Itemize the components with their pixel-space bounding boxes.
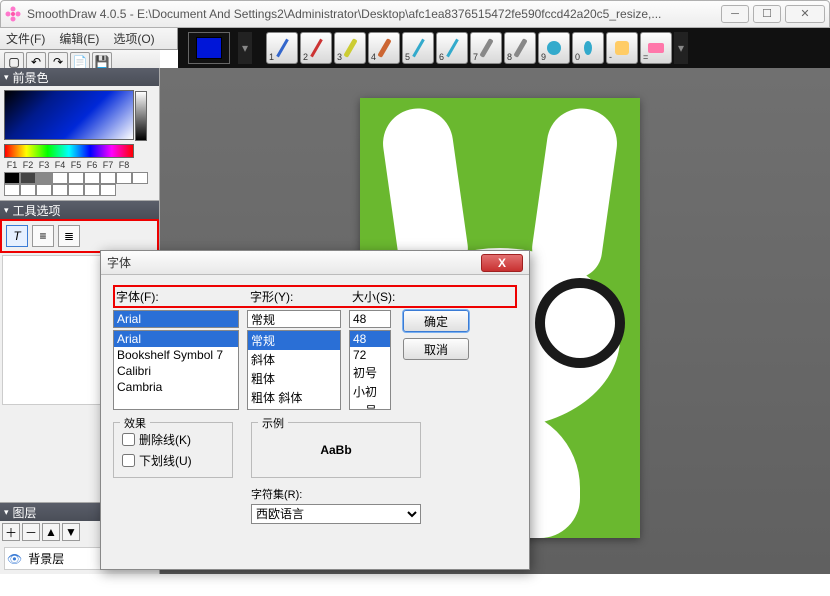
brush-tool-3[interactable]: 3: [334, 32, 366, 64]
foreground-color-swatch[interactable]: [188, 32, 230, 64]
hue-bar[interactable]: [4, 144, 134, 158]
align-center-button[interactable]: ≣: [58, 225, 80, 247]
panel-header-foreground[interactable]: ▾前景色: [0, 68, 159, 86]
color-panel: F1F2F3F4F5F6F7F8: [0, 86, 159, 200]
ok-button[interactable]: 确定: [403, 310, 469, 332]
strikethrough-checkbox[interactable]: 删除线(K): [122, 431, 224, 448]
minimize-button[interactable]: ─: [721, 5, 749, 23]
brush-tool-2[interactable]: 2: [300, 32, 332, 64]
brush-tool-11[interactable]: -: [606, 32, 638, 64]
size-label: 大小(S):: [352, 288, 408, 305]
align-left-button[interactable]: ≡: [32, 225, 54, 247]
color-swatches[interactable]: [4, 172, 155, 196]
encoding-label: 字符集(R):: [251, 486, 421, 502]
size-item[interactable]: 一号: [350, 401, 390, 410]
style-item[interactable]: 粗体: [248, 369, 340, 388]
underline-checkbox[interactable]: 下划线(U): [122, 452, 224, 469]
maximize-button[interactable]: ☐: [753, 5, 781, 23]
font-label: 字体(F):: [116, 288, 242, 305]
brush-tool-9[interactable]: 9: [538, 32, 570, 64]
style-list[interactable]: 常规 斜体 粗体 粗体 斜体: [247, 330, 341, 410]
f-key-labels: F1F2F3F4F5F6F7F8: [4, 160, 155, 170]
layer-down-button[interactable]: ▼: [62, 523, 80, 541]
menu-edit[interactable]: 编辑(E): [59, 30, 99, 47]
brush-tool-7[interactable]: 7: [470, 32, 502, 64]
menu-options[interactable]: 选项(O): [113, 30, 154, 47]
highlighted-labels: 字体(F): 字形(Y): 大小(S):: [113, 285, 517, 308]
brush-tool-4[interactable]: 4: [368, 32, 400, 64]
visibility-icon[interactable]: 👁: [7, 552, 22, 566]
brush-tool-5[interactable]: 5: [402, 32, 434, 64]
eraser-tool[interactable]: =: [640, 32, 672, 64]
style-item[interactable]: 粗体 斜体: [248, 388, 340, 407]
close-button[interactable]: ✕: [785, 5, 825, 23]
font-item[interactable]: Arial: [114, 331, 238, 347]
size-input[interactable]: [349, 310, 391, 328]
delete-layer-button[interactable]: －: [22, 523, 40, 541]
style-input[interactable]: [247, 310, 341, 328]
size-item[interactable]: 72: [350, 347, 390, 363]
window-title: SmoothDraw 4.0.5 - E:\Document And Setti…: [27, 7, 721, 21]
encoding-select[interactable]: 西欧语言: [251, 504, 421, 524]
menu-file[interactable]: 文件(F): [6, 30, 45, 47]
brush-tool-1[interactable]: 1: [266, 32, 298, 64]
font-input[interactable]: [113, 310, 239, 328]
size-list[interactable]: 48 72 初号 小初 一号 小一 二号: [349, 330, 391, 410]
color-dropdown[interactable]: ▾: [238, 32, 252, 64]
style-item[interactable]: 常规: [248, 331, 340, 350]
brush-tool-6[interactable]: 6: [436, 32, 468, 64]
layer-up-button[interactable]: ▲: [42, 523, 60, 541]
font-item[interactable]: Bookshelf Symbol 7: [114, 347, 238, 363]
layer-name: 背景层: [28, 550, 64, 567]
font-list[interactable]: Arial Bookshelf Symbol 7 Calibri Cambria: [113, 330, 239, 410]
font-dialog-titlebar[interactable]: 字体 X: [101, 251, 529, 275]
add-layer-button[interactable]: ＋: [2, 523, 20, 541]
size-item[interactable]: 小初: [350, 382, 390, 401]
font-dialog-title: 字体: [107, 254, 481, 271]
text-tool-button[interactable]: T: [6, 225, 28, 247]
brush-tool-8[interactable]: 8: [504, 32, 536, 64]
app-icon: [5, 6, 21, 22]
font-item[interactable]: Cambria: [114, 379, 238, 395]
panel-header-tool-options[interactable]: ▾工具选项: [0, 201, 159, 219]
sample-preview: 示例 AaBb: [251, 422, 421, 478]
font-dialog: 字体 X 字体(F): 字形(Y): 大小(S): Arial Bookshel…: [100, 250, 530, 570]
size-item[interactable]: 48: [350, 331, 390, 347]
style-label: 字形(Y):: [250, 288, 344, 305]
font-dialog-close-button[interactable]: X: [481, 254, 523, 272]
brush-tool-10[interactable]: 0: [572, 32, 604, 64]
cancel-button[interactable]: 取消: [403, 338, 469, 360]
size-item[interactable]: 初号: [350, 363, 390, 382]
effects-group: 效果 删除线(K) 下划线(U): [113, 422, 233, 478]
style-item[interactable]: 斜体: [248, 350, 340, 369]
brush-dropdown[interactable]: ▾: [674, 32, 688, 64]
brightness-slider[interactable]: [135, 91, 147, 141]
font-item[interactable]: Calibri: [114, 363, 238, 379]
window-titlebar: SmoothDraw 4.0.5 - E:\Document And Setti…: [0, 0, 830, 28]
color-gradient-picker[interactable]: [4, 90, 134, 140]
